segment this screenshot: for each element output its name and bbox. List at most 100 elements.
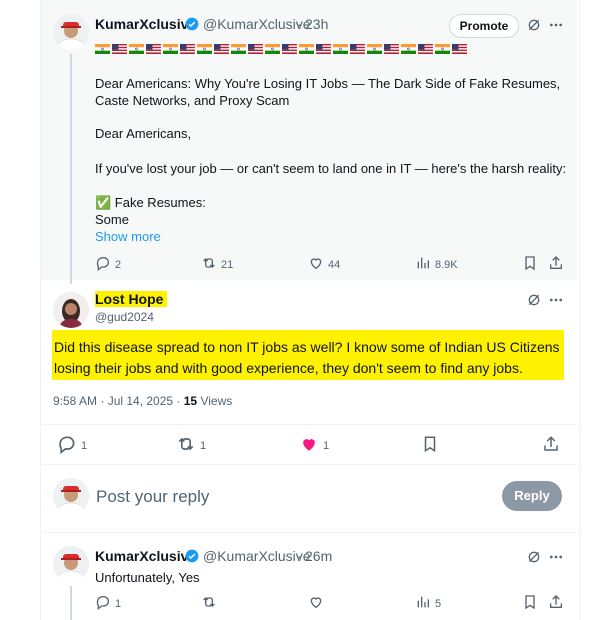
india-flag-icon (299, 41, 314, 59)
avatar[interactable] (53, 546, 89, 582)
india-flag-icon (367, 41, 382, 59)
reply-icon (57, 434, 77, 457)
post-timestamp[interactable]: 9:58 AM · Jul 14, 2025 · (53, 394, 184, 408)
thread-line (70, 586, 72, 620)
post-meta: 9:58 AM · Jul 14, 2025 · 15 Views (53, 394, 232, 408)
post-greeting: Dear Americans, (95, 126, 192, 141)
promote-button[interactable]: Promote (449, 14, 519, 38)
usa-flag-icon (248, 41, 263, 59)
reply-input[interactable]: Post your reply (96, 487, 209, 507)
verified-badge-icon (185, 17, 199, 36)
post-time[interactable]: 23h (305, 16, 328, 32)
avatar[interactable] (53, 292, 89, 328)
usa-flag-icon (384, 41, 399, 59)
like-count: 1 (323, 439, 330, 452)
reply-action[interactable]: 1 (57, 434, 87, 457)
views-icon (415, 255, 431, 274)
grok-icon[interactable] (524, 290, 544, 310)
usa-flag-icon (452, 41, 467, 59)
flags-row (95, 41, 467, 59)
usa-flag-icon (350, 41, 365, 59)
reply-count: 1 (115, 597, 122, 610)
views-action[interactable]: 8.9K (415, 255, 458, 274)
dot-separator: · (297, 548, 302, 564)
repost-action[interactable]: 1 (176, 434, 206, 457)
author-name[interactable]: KumarXclusive (95, 548, 196, 564)
reply-action[interactable]: 1 (95, 594, 121, 613)
india-flag-icon (197, 41, 212, 59)
share-icon[interactable] (541, 434, 561, 454)
thread-line (70, 54, 72, 284)
heart-filled-icon (299, 434, 319, 457)
usa-flag-icon (146, 41, 161, 59)
repost-icon (201, 594, 217, 613)
post-title-line: Dear Americans: Why You're Losing IT Job… (95, 76, 561, 108)
india-flag-icon (231, 41, 246, 59)
bookmark-icon[interactable] (420, 434, 440, 454)
share-icon[interactable] (546, 592, 566, 612)
like-count: 44 (328, 258, 341, 271)
post-text-line-1: Did this disease spread to non IT jobs a… (54, 339, 560, 355)
bookmark-icon[interactable] (520, 253, 540, 273)
heart-icon (308, 594, 324, 613)
reply-button[interactable]: Reply (502, 481, 562, 511)
views-icon (415, 594, 431, 613)
share-icon[interactable] (546, 253, 566, 273)
verified-badge-icon (185, 549, 199, 568)
post-bullet: ✅ Fake Resumes: (95, 195, 206, 210)
reply-count: 1 (81, 439, 88, 452)
post-time[interactable]: 26m (305, 548, 332, 564)
usa-flag-icon (316, 41, 331, 59)
dot-separator: · (297, 16, 302, 32)
usa-flag-icon (418, 41, 433, 59)
post-truncated-text: Some (95, 212, 129, 227)
author-name[interactable]: KumarXclusive (95, 16, 196, 32)
grok-icon[interactable] (524, 547, 544, 567)
usa-flag-icon (214, 41, 229, 59)
divider (41, 532, 577, 533)
show-more-link[interactable]: Show more (95, 228, 161, 245)
like-action[interactable]: 44 (308, 255, 340, 274)
more-options-icon[interactable] (546, 547, 566, 567)
post-text-line-2: losing their jobs and with good experien… (54, 360, 523, 376)
india-flag-icon (95, 41, 110, 59)
views-label: Views (197, 394, 233, 408)
repost-action[interactable] (201, 594, 217, 613)
avatar[interactable] (53, 14, 89, 50)
more-options-icon[interactable] (546, 15, 566, 35)
author-name[interactable]: Lost Hope (95, 291, 168, 307)
views-count: 8.9K (435, 258, 458, 271)
views-count: 15 (183, 394, 198, 408)
repost-count: 1 (200, 439, 207, 452)
india-flag-icon (129, 41, 144, 59)
repost-icon (176, 434, 196, 457)
divider (41, 464, 577, 465)
post-intro: If you've lost your job — or can't seem … (95, 161, 567, 176)
repost-count: 21 (221, 258, 234, 271)
avatar (53, 478, 89, 514)
india-flag-icon (163, 41, 178, 59)
grok-icon[interactable] (524, 15, 544, 35)
heart-icon (308, 255, 324, 274)
india-flag-icon (435, 41, 450, 59)
post-text: Unfortunately, Yes (95, 570, 200, 585)
more-options-icon[interactable] (546, 290, 566, 310)
bookmark-icon[interactable] (520, 592, 540, 612)
repost-icon (201, 255, 217, 274)
india-flag-icon (401, 41, 416, 59)
india-flag-icon (333, 41, 348, 59)
author-handle[interactable]: @KumarXclusive (203, 16, 311, 32)
repost-action[interactable]: 21 (201, 255, 233, 274)
usa-flag-icon (180, 41, 195, 59)
reply-icon (95, 594, 111, 613)
reply-count: 2 (115, 258, 122, 271)
like-action[interactable] (308, 594, 324, 613)
author-handle[interactable]: @gud2024 (95, 310, 154, 324)
views-count: 5 (435, 597, 442, 610)
usa-flag-icon (112, 41, 127, 59)
reply-icon (95, 255, 111, 274)
views-action[interactable]: 5 (415, 594, 441, 613)
reply-action[interactable]: 2 (95, 255, 121, 274)
like-action[interactable]: 1 (299, 434, 329, 457)
author-handle[interactable]: @KumarXclusive (203, 548, 311, 564)
